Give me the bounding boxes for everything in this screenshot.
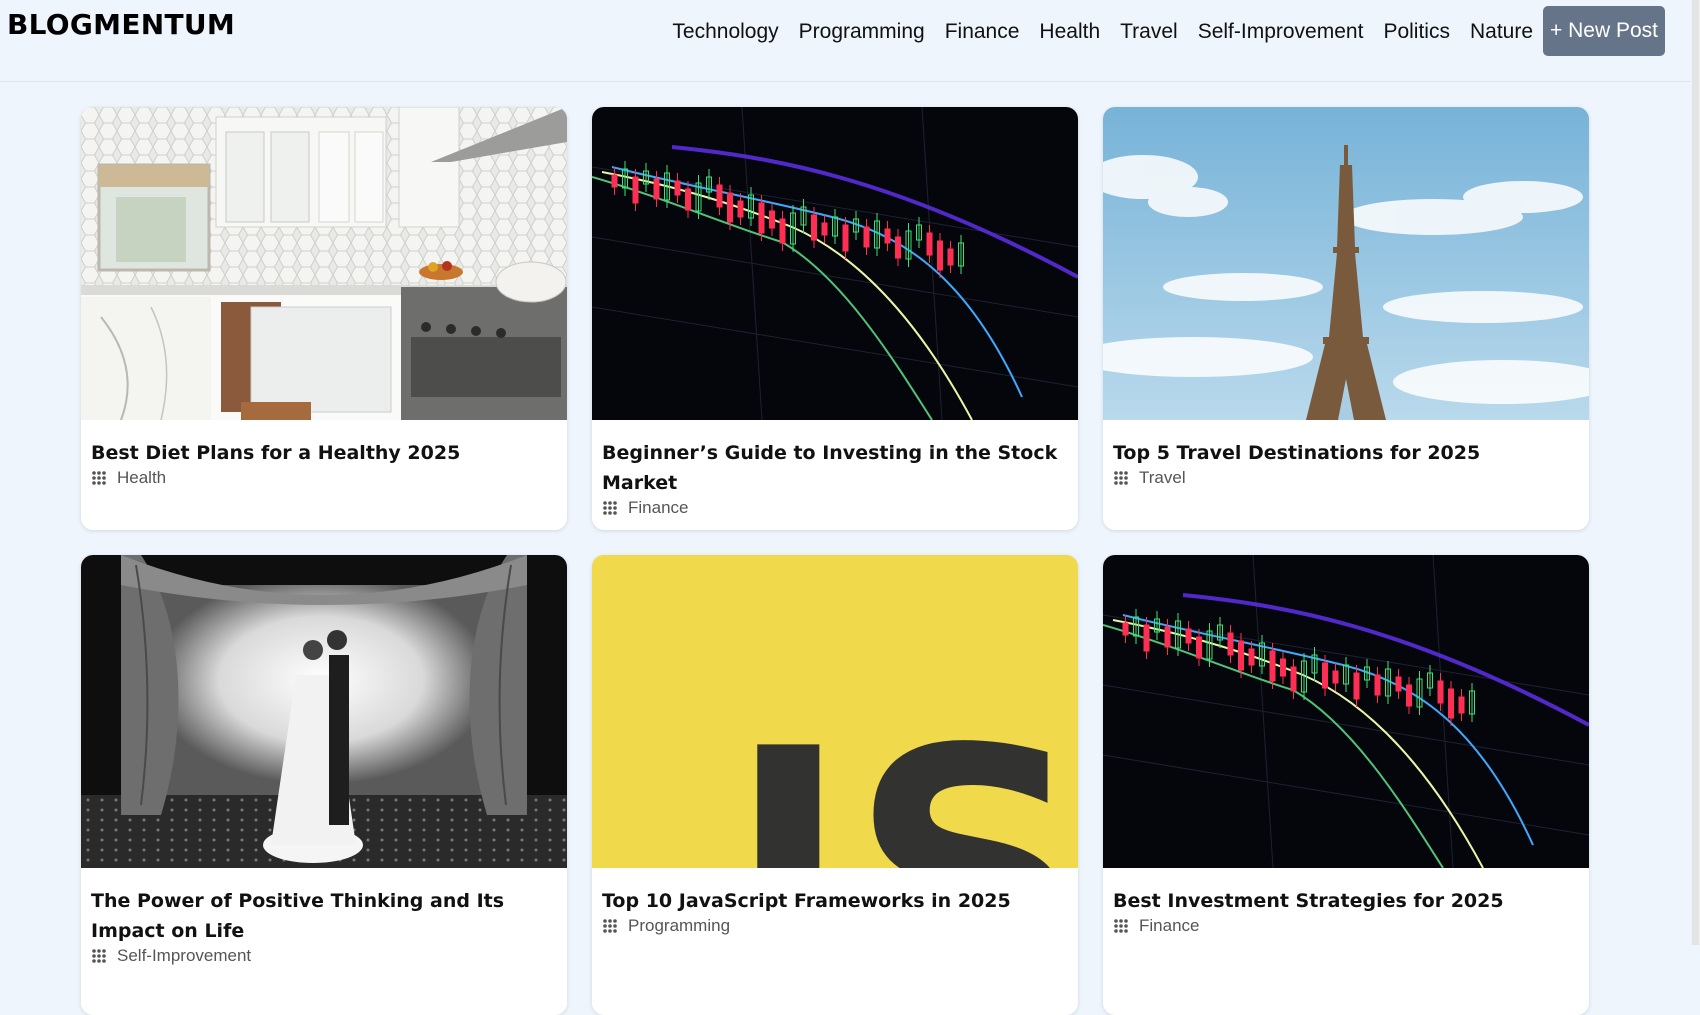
nav-link-technology[interactable]: Technology (672, 20, 778, 44)
scrollbar-thumb[interactable] (1692, 0, 1699, 945)
grid-dots-icon (1114, 471, 1128, 485)
post-meta: Self-Improvement (91, 946, 557, 966)
post-title[interactable]: Top 10 JavaScript Frameworks in 2025 (602, 886, 1068, 916)
category-nav: Technology Programming Finance Health Tr… (672, 20, 1533, 44)
post-thumbnail-stock-chart[interactable] (1103, 555, 1589, 868)
post-category[interactable]: Health (117, 468, 166, 488)
post-meta: Travel (1113, 468, 1579, 488)
grid-dots-icon (1114, 919, 1128, 933)
top-header: BLOGMENTUM Technology Programming Financ… (0, 0, 1691, 82)
post-card[interactable]: JS Top 10 JavaScript Frameworks in 2025 … (592, 555, 1078, 1015)
nav-link-nature[interactable]: Nature (1470, 20, 1533, 44)
post-meta: Programming (602, 916, 1068, 936)
post-thumbnail-stock-chart[interactable] (592, 107, 1078, 420)
post-title[interactable]: Best Diet Plans for a Healthy 2025 (91, 438, 557, 468)
grid-dots-icon (603, 501, 617, 515)
nav-link-health[interactable]: Health (1039, 20, 1100, 44)
nav-link-finance[interactable]: Finance (945, 20, 1020, 44)
post-card[interactable]: Top 5 Travel Destinations for 2025 Trave… (1103, 107, 1589, 530)
post-thumbnail-kitchen[interactable] (81, 107, 567, 420)
grid-dots-icon (92, 471, 106, 485)
post-meta: Finance (602, 498, 1068, 518)
new-post-button[interactable]: + New Post (1543, 6, 1665, 56)
grid-dots-icon (603, 919, 617, 933)
post-title[interactable]: Best Investment Strategies for 2025 (1113, 886, 1579, 916)
post-card[interactable]: Beginner’s Guide to Investing in the Sto… (592, 107, 1078, 530)
post-category[interactable]: Travel (1139, 468, 1186, 488)
js-logo-text: JS (706, 679, 1078, 868)
grid-dots-icon (92, 949, 106, 963)
post-grid: Best Diet Plans for a Healthy 2025 Healt… (81, 107, 1589, 1015)
post-title[interactable]: Beginner’s Guide to Investing in the Sto… (602, 438, 1068, 498)
post-category[interactable]: Finance (1139, 916, 1199, 936)
post-title[interactable]: Top 5 Travel Destinations for 2025 (1113, 438, 1579, 468)
post-category[interactable]: Self-Improvement (117, 946, 251, 966)
nav-link-politics[interactable]: Politics (1383, 20, 1450, 44)
post-thumbnail-eiffel-tower[interactable] (1103, 107, 1589, 420)
post-thumbnail-wedding-couple[interactable] (81, 555, 567, 868)
post-card[interactable]: Best Investment Strategies for 2025 Fina… (1103, 555, 1589, 1015)
post-thumbnail-js-logo[interactable]: JS (592, 555, 1078, 868)
post-meta: Health (91, 468, 557, 488)
post-meta: Finance (1113, 916, 1579, 936)
post-category[interactable]: Programming (628, 916, 730, 936)
post-category[interactable]: Finance (628, 498, 688, 518)
nav-link-self-improvement[interactable]: Self-Improvement (1198, 20, 1364, 44)
post-card[interactable]: The Power of Positive Thinking and Its I… (81, 555, 567, 1015)
page-scrollbar[interactable] (1691, 0, 1700, 945)
nav-link-travel[interactable]: Travel (1120, 20, 1178, 44)
site-logo[interactable]: BLOGMENTUM (7, 8, 235, 41)
post-title[interactable]: The Power of Positive Thinking and Its I… (91, 886, 557, 946)
post-card[interactable]: Best Diet Plans for a Healthy 2025 Healt… (81, 107, 567, 530)
nav-link-programming[interactable]: Programming (799, 20, 925, 44)
